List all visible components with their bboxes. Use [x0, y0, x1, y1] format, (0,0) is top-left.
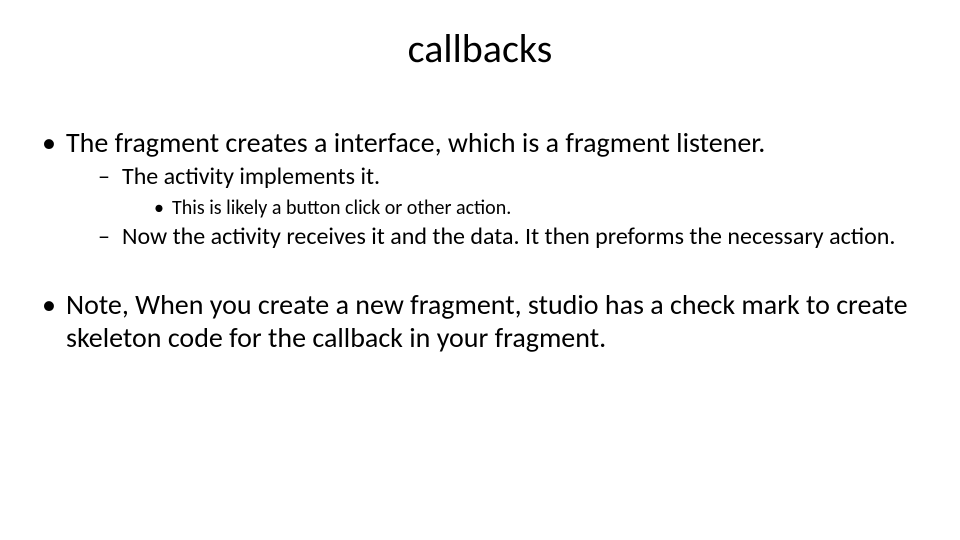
bullet-list-level1: Note, When you create a new fragment, st…: [38, 288, 922, 354]
bullet-text: The activity implements it.: [122, 162, 380, 191]
bullet-item: The fragment creates a interface, which …: [38, 126, 922, 252]
bullet-text: This is likely a button click or other a…: [172, 196, 511, 220]
bullet-list-level2: The activity implements it. This is like…: [66, 163, 922, 252]
bullet-item: Note, When you create a new fragment, st…: [38, 288, 922, 354]
bullet-text: The fragment creates a interface, which …: [66, 125, 765, 160]
bullet-item: The activity implements it. This is like…: [98, 163, 922, 221]
bullet-text: Note, When you create a new fragment, st…: [66, 287, 908, 355]
slide: callbacks The fragment creates a interfa…: [0, 0, 960, 540]
bullet-text: Now the activity receives it and the dat…: [122, 222, 895, 251]
slide-title: callbacks: [0, 24, 960, 73]
bullet-list-level3: This is likely a button click or other a…: [122, 196, 922, 221]
spacer: [38, 254, 922, 288]
bullet-item: This is likely a button click or other a…: [152, 196, 922, 221]
slide-body: The fragment creates a interface, which …: [38, 126, 922, 354]
bullet-item: Now the activity receives it and the dat…: [98, 223, 922, 252]
bullet-list-level1: The fragment creates a interface, which …: [38, 126, 922, 252]
